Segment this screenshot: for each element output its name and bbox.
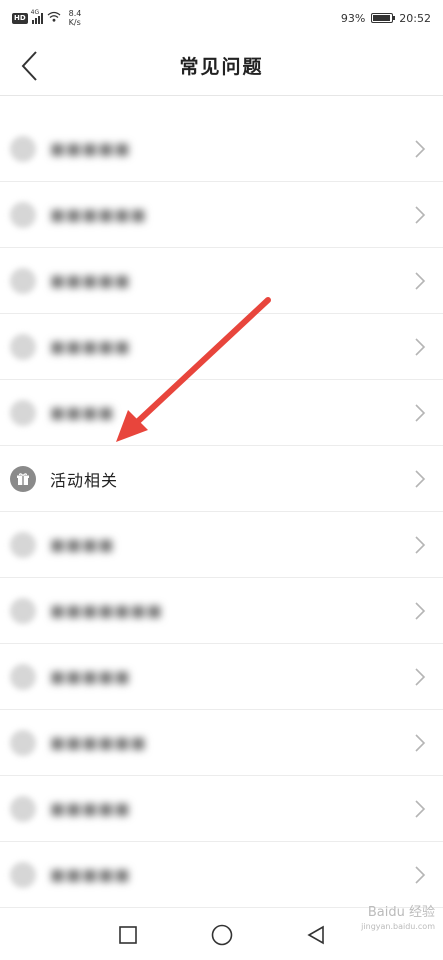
battery-percent: 93% (340, 11, 366, 25)
chevron-right-icon (415, 866, 426, 884)
status-right: 93% 20:52 (341, 12, 431, 25)
status-left: HD 4G 8.4 K/s (12, 9, 81, 27)
faq-item-label: ■■■■■ (50, 799, 131, 818)
clock: 20:52 (399, 11, 431, 25)
back-button[interactable] (16, 50, 44, 82)
chevron-right-icon (415, 206, 426, 224)
faq-list-item[interactable]: ■■■■■ (0, 842, 443, 908)
faq-list-item[interactable]: ■■■■■ (0, 314, 443, 380)
category-icon (10, 399, 36, 426)
faq-item-label: ■■■■■■■ (50, 601, 163, 620)
chevron-right-icon (415, 140, 426, 158)
faq-item-label: 活动相关 (50, 470, 119, 490)
chevron-right-icon (415, 536, 426, 554)
speed-unit: K/s (68, 18, 81, 27)
faq-item-label: ■■■■■ (50, 667, 131, 686)
hd-badge: HD (12, 12, 28, 24)
category-icon (10, 729, 36, 756)
network-type: 4G (30, 8, 40, 16)
faq-item-label: ■■■■■ (50, 865, 131, 884)
signal-icon: 4G (31, 9, 43, 24)
battery-icon (371, 13, 396, 23)
category-icon (10, 597, 36, 624)
faq-list-item[interactable]: ■■■■ (0, 380, 443, 446)
chevron-right-icon (415, 338, 426, 356)
circle-icon (211, 924, 232, 946)
category-icon (10, 267, 36, 294)
faq-list-item[interactable]: ■■■■■■ (0, 182, 443, 248)
chevron-left-icon (21, 51, 37, 81)
page-title: 常见问题 (179, 56, 264, 78)
category-icon (10, 201, 36, 228)
chevron-right-icon (415, 602, 426, 620)
faq-item-label: ■■■■ (50, 535, 115, 554)
faq-list-item[interactable]: ■■■■■■ (0, 710, 443, 776)
category-icon (10, 795, 36, 822)
speed-value: 8.4 (68, 9, 82, 18)
faq-list-item[interactable]: ■■■■■■■ (0, 578, 443, 644)
faq-item-label: ■■■■■■ (50, 205, 147, 224)
network-speed: 8.4 K/s (69, 9, 82, 27)
faq-item-label: ■■■■■ (50, 139, 131, 158)
baidu-watermark: Baidu 经验 jingyan.baidu.com (361, 906, 435, 934)
nav-back-button[interactable] (304, 923, 328, 947)
faq-list: ■■■■■ ■■■■■■ ■■■■■ ■■■■■ ■■■■ 活动相关 ■■■■ ■■■■■■■… (0, 116, 443, 908)
chevron-right-icon (415, 404, 426, 422)
home-button[interactable] (210, 923, 234, 947)
faq-list-item[interactable]: ■■■■■ (0, 776, 443, 842)
recents-button[interactable] (116, 923, 140, 947)
category-icon (10, 531, 36, 558)
chevron-right-icon (415, 272, 426, 290)
category-icon (10, 861, 36, 888)
faq-item-label: ■■■■■ (50, 271, 131, 290)
wifi-icon (47, 11, 61, 25)
faq-list-item[interactable]: ■■■■■ (0, 644, 443, 710)
faq-list-item[interactable]: ■■■■■ (0, 116, 443, 182)
header: 常见问题 (0, 36, 443, 96)
faq-list-item[interactable]: ■■■■ (0, 512, 443, 578)
chevron-right-icon (415, 734, 426, 752)
category-icon (10, 333, 36, 360)
status-bar: HD 4G 8.4 K/s 93% 20:52 (0, 0, 443, 36)
watermark-sub: jingyan.baidu.com (361, 922, 435, 931)
faq-item-label: ■■■■ (50, 403, 115, 422)
category-icon (10, 135, 36, 162)
square-icon (118, 926, 137, 944)
chevron-right-icon (415, 800, 426, 818)
faq-item-label: ■■■■■ (50, 337, 131, 356)
watermark-text: Baidu 经验 (367, 905, 435, 920)
faq-list-item[interactable]: ■■■■■ (0, 248, 443, 314)
battery-fill (373, 15, 391, 21)
triangle-back-icon (306, 925, 324, 945)
chevron-right-icon (415, 668, 426, 686)
faq-item-label: ■■■■■■ (50, 733, 147, 752)
chevron-right-icon (415, 470, 426, 488)
category-icon (10, 663, 36, 690)
gift-icon (10, 465, 36, 492)
faq-list-item[interactable]: 活动相关 (0, 446, 443, 512)
